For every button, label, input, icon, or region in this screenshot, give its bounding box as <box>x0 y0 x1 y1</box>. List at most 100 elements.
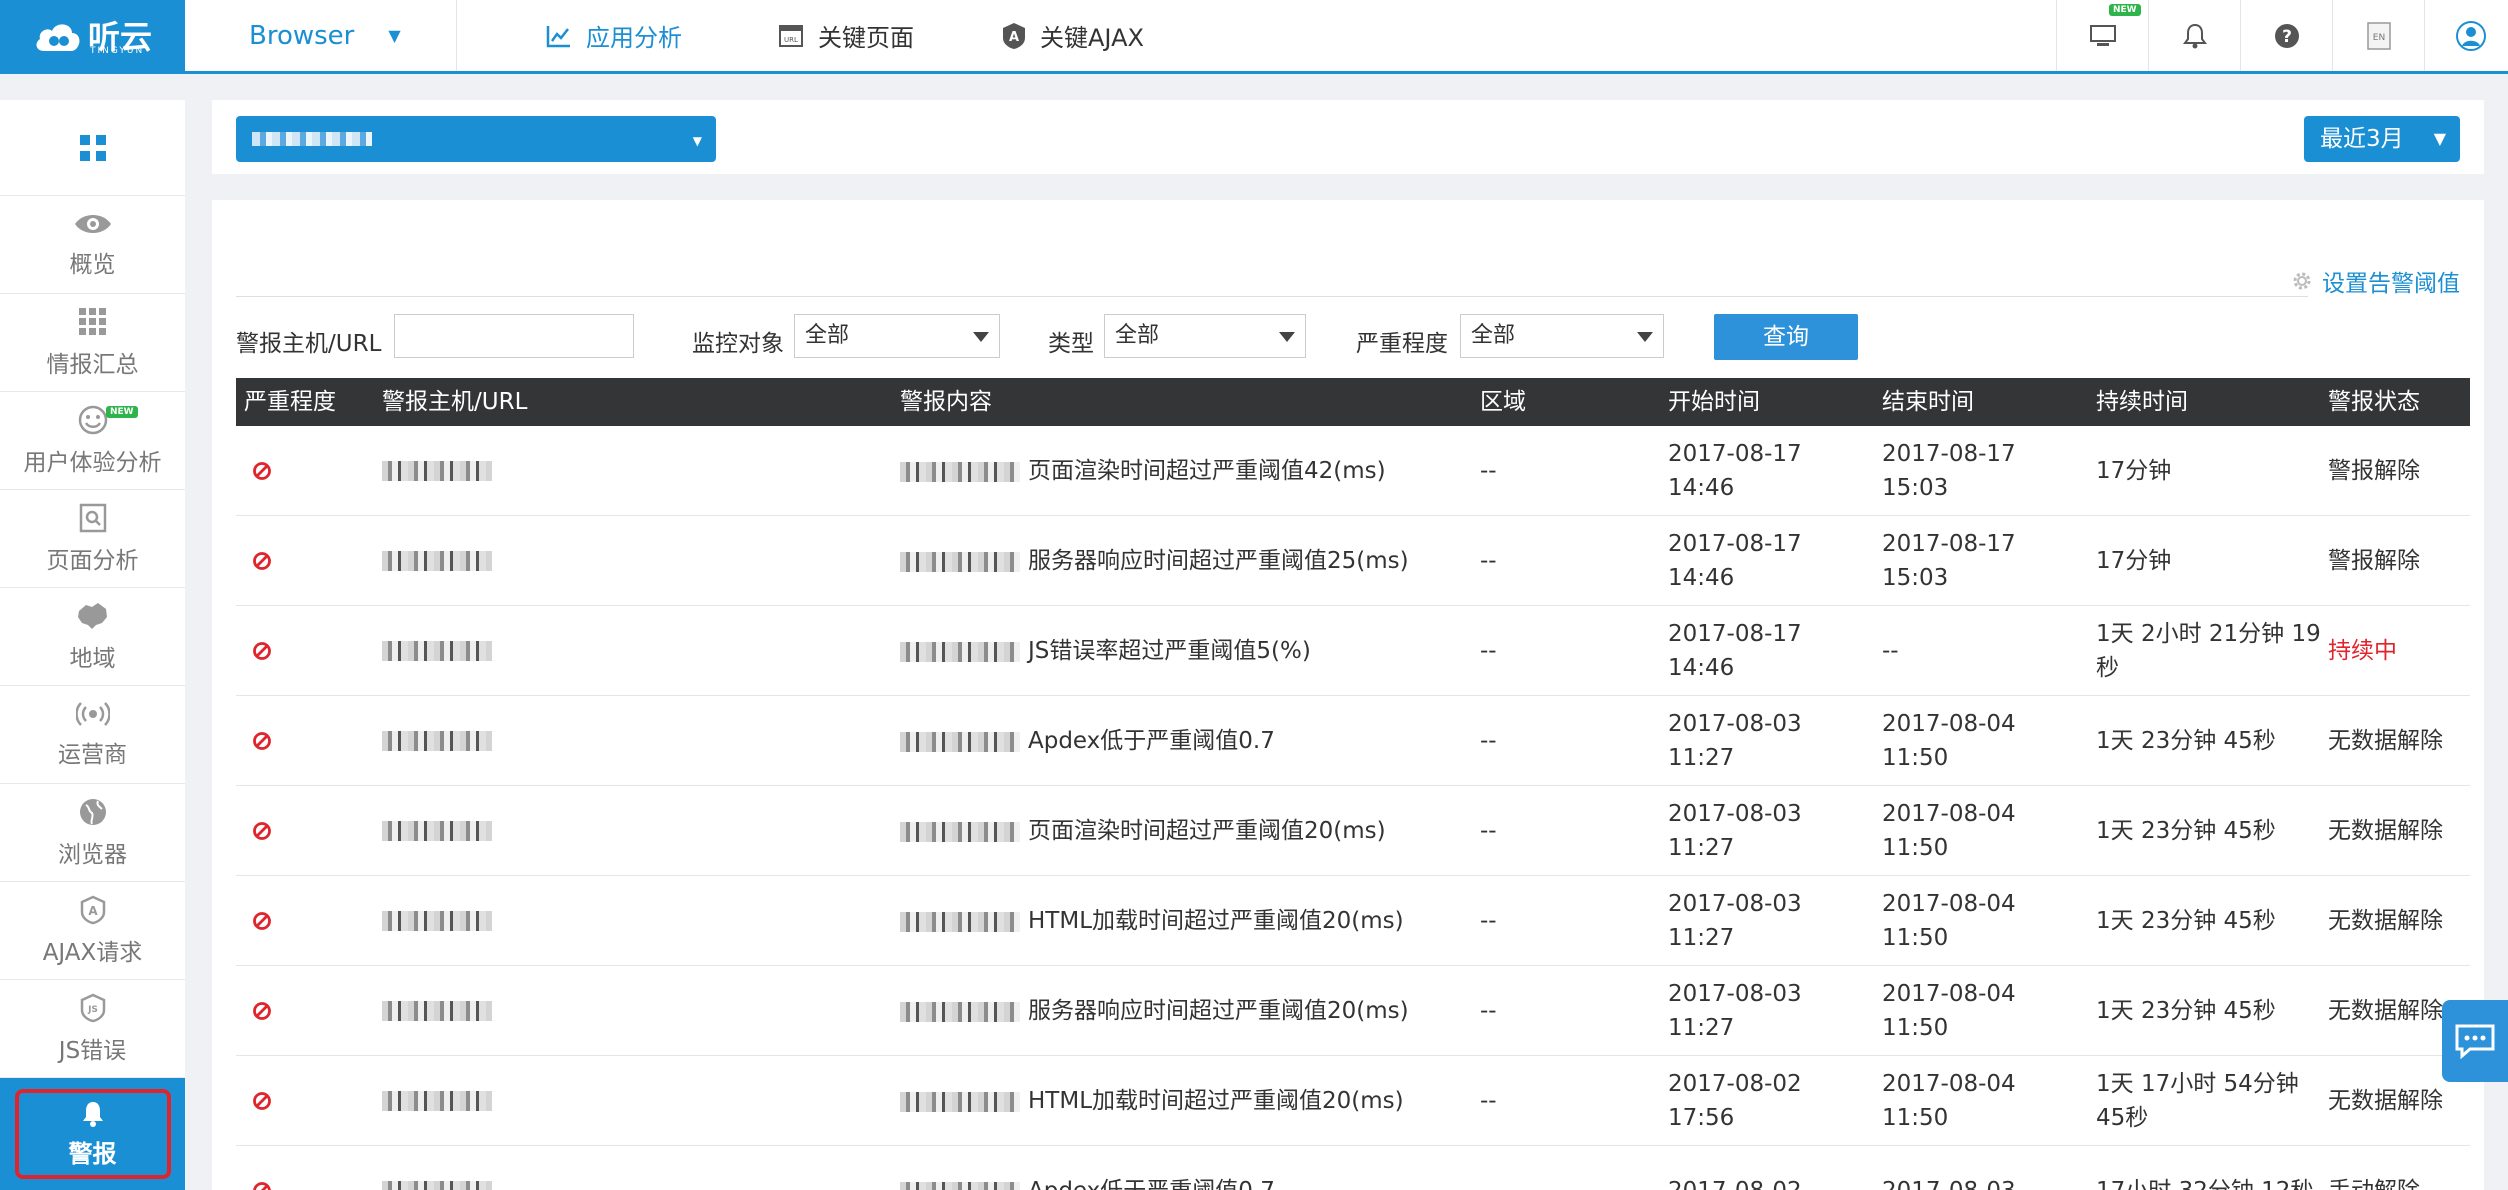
table-row[interactable]: Apdex低于严重阈值0.7 -- 2017-08-03 11:27 2017-08-… <box>236 696 2470 786</box>
table-row[interactable]: JS错误率超过严重阈值5(%) -- 2017-08-17 14:46 -- 1天 2小… <box>236 606 2470 696</box>
end-time-cell-text: 2017-08-03 <box>1882 1174 2016 1190</box>
redacted-host <box>382 1181 492 1190</box>
redacted-app <box>900 1091 1020 1112</box>
sidebar-item-summary[interactable]: 情报汇总 <box>0 294 185 392</box>
sidebar-item-page-analysis[interactable]: 页面分析 <box>0 490 185 588</box>
redacted-app <box>900 731 1020 752</box>
svg-text:URL: URL <box>784 36 798 44</box>
sidebar-item-carrier[interactable]: 运营商 <box>0 686 185 784</box>
table-row[interactable]: 页面渲染时间超过严重阈值42(ms) -- 2017-08-17 14:46 2017… <box>236 426 2470 516</box>
monitor-filter-select[interactable]: 全部 <box>794 314 1000 358</box>
content-cell: 页面渲染时间超过严重阈值20(ms) <box>900 786 1460 876</box>
help-button[interactable]: ? <box>2240 0 2332 71</box>
col-header-host[interactable]: 警报主机/URL <box>382 378 527 426</box>
dropdown-arrow-icon <box>973 332 989 342</box>
tab-app-analysis[interactable]: 应用分析 <box>546 0 682 71</box>
new-badge: NEW <box>106 406 138 418</box>
ajax-shield-icon: A <box>1003 22 1025 49</box>
host-cell[interactable] <box>382 1146 500 1190</box>
region-cell-text: -- <box>1480 548 1497 574</box>
sidebar-item-js-errors[interactable]: JS JS错误 <box>0 980 185 1078</box>
table-row[interactable]: HTML加载时间超过严重阈值20(ms) -- 2017-08-03 11:27 20… <box>236 876 2470 966</box>
line-chart-icon <box>546 25 570 47</box>
host-filter-label: 警报主机/URL <box>236 331 382 357</box>
sidebar-item-overview[interactable]: 概览 <box>0 196 185 294</box>
content-cell: Apdex低于严重阈值0.7 <box>900 1146 1460 1190</box>
chat-float-button[interactable] <box>2442 1000 2508 1082</box>
tab-key-ajax[interactable]: A 关键AJAX <box>1002 0 1144 71</box>
col-header-region[interactable]: 区域 <box>1480 378 1526 426</box>
duration-cell: 17小时 32分钟 12秒 <box>2096 1146 2322 1190</box>
col-header-content[interactable]: 警报内容 <box>900 378 992 426</box>
region-cell: -- <box>1480 426 1497 516</box>
host-cell[interactable] <box>382 876 500 966</box>
sidebar-item-ajax[interactable]: A AJAX请求 <box>0 882 185 980</box>
page-search-icon <box>79 503 106 532</box>
svg-text:JS: JS <box>87 1005 98 1015</box>
cloud-logo-icon <box>32 19 84 55</box>
host-cell[interactable] <box>382 1056 500 1146</box>
host-cell[interactable] <box>382 426 500 516</box>
severity-filter-label: 严重程度 <box>1356 331 1448 357</box>
notification-button[interactable] <box>2148 0 2240 71</box>
content-cell: 页面渲染时间超过严重阈值42(ms) <box>900 426 1460 516</box>
end-time-cell: 2017-08-04 11:50 <box>1882 876 2082 966</box>
svg-text:A: A <box>88 904 98 918</box>
host-cell[interactable] <box>382 696 500 786</box>
col-header-duration[interactable]: 持续时间 <box>2096 378 2188 426</box>
end-time-cell: 2017-08-03 <box>1882 1146 2082 1190</box>
host-cell[interactable] <box>382 966 500 1056</box>
col-header-start[interactable]: 开始时间 <box>1668 378 1760 426</box>
severity-filter-select[interactable]: 全部 <box>1460 314 1664 358</box>
host-filter-input[interactable] <box>394 314 634 358</box>
sidebar-item-browser[interactable]: 浏览器 <box>0 784 185 882</box>
type-filter-select[interactable]: 全部 <box>1104 314 1306 358</box>
start-time-cell: 2017-08-02 17:56 <box>1668 1056 1868 1146</box>
start-time-cell: 2017-08-02 <box>1668 1146 1868 1190</box>
table-row[interactable]: 服务器响应时间超过严重阈值25(ms) -- 2017-08-17 14:46 201… <box>236 516 2470 606</box>
host-cell[interactable] <box>382 516 500 606</box>
set-alert-threshold-link[interactable]: 设置告警阈值 <box>2290 264 2460 298</box>
region-cell-text: -- <box>1480 1174 1497 1190</box>
sidebar-item-region[interactable]: 地域 <box>0 588 185 686</box>
monitor-button[interactable]: NEW <box>2056 0 2148 71</box>
sidebar-item-alerts[interactable]: 警报 <box>0 1078 185 1190</box>
globe-icon <box>79 798 106 825</box>
col-header-end[interactable]: 结束时间 <box>1882 378 1974 426</box>
caret-down-icon: ▼ <box>2433 129 2446 148</box>
host-cell[interactable] <box>382 606 500 696</box>
user-button[interactable] <box>2424 0 2508 71</box>
table-row[interactable]: 页面渲染时间超过严重阈值20(ms) -- 2017-08-03 11:27 2017… <box>236 786 2470 876</box>
sidebar-item-label: 地域 <box>69 645 116 672</box>
region-cell-text: -- <box>1480 1088 1497 1114</box>
caret-down-icon: ▼ <box>692 134 702 148</box>
content-cell: JS错误率超过严重阈值5(%) <box>900 606 1460 696</box>
table-row[interactable]: 服务器响应时间超过严重阈值20(ms) -- 2017-08-03 11:27 201… <box>236 966 2470 1056</box>
alert-content: 服务器响应时间超过严重阈值25(ms) <box>1028 548 1409 574</box>
start-time-cell-text: 2017-08-03 11:27 <box>1668 981 1802 1041</box>
status-cell: 无数据解除 <box>2328 876 2478 966</box>
redacted-app <box>900 911 1020 932</box>
product-switcher[interactable]: Browser ▼ <box>185 0 457 71</box>
language-button[interactable]: EN <box>2332 0 2424 71</box>
tab-key-pages[interactable]: URL 关键页面 <box>778 0 914 71</box>
status-cell-text: 持续中 <box>2328 638 2397 664</box>
content-cell: HTML加载时间超过严重阈值20(ms) <box>900 876 1460 966</box>
start-time-cell-text: 2017-08-02 <box>1668 1174 1802 1190</box>
sidebar-app-grid-button[interactable] <box>0 100 185 196</box>
host-cell[interactable] <box>382 786 500 876</box>
table-row[interactable]: Apdex低于严重阈值0.7 -- 2017-08-02 2017-08-03 17小时… <box>236 1146 2470 1190</box>
col-header-severity[interactable]: 严重程度 <box>244 378 336 426</box>
app-select-dropdown[interactable]: ▼ <box>236 116 716 162</box>
tingyun-logo[interactable]: 听云 TINGYUN <box>0 0 185 74</box>
sidebar-item-ux-analysis[interactable]: NEW 用户体验分析 <box>0 392 185 490</box>
query-button[interactable]: 查询 <box>1714 314 1858 360</box>
duration-cell-text: 1天 23分钟 45秒 <box>2096 728 2276 754</box>
region-cell-text: -- <box>1480 998 1497 1024</box>
table-row[interactable]: HTML加载时间超过严重阈值20(ms) -- 2017-08-02 17:56 20… <box>236 1056 2470 1146</box>
status-cell: 无数据解除 <box>2328 786 2478 876</box>
time-range-dropdown[interactable]: 最近3月 ▼ <box>2304 116 2460 162</box>
col-header-status[interactable]: 警报状态 <box>2328 378 2420 426</box>
region-cell-text: -- <box>1480 458 1497 484</box>
alerts-panel: 设置告警阈值 警报主机/URL 监控对象 全部 类型 全部 严重程度 全部 查询… <box>212 200 2484 1190</box>
